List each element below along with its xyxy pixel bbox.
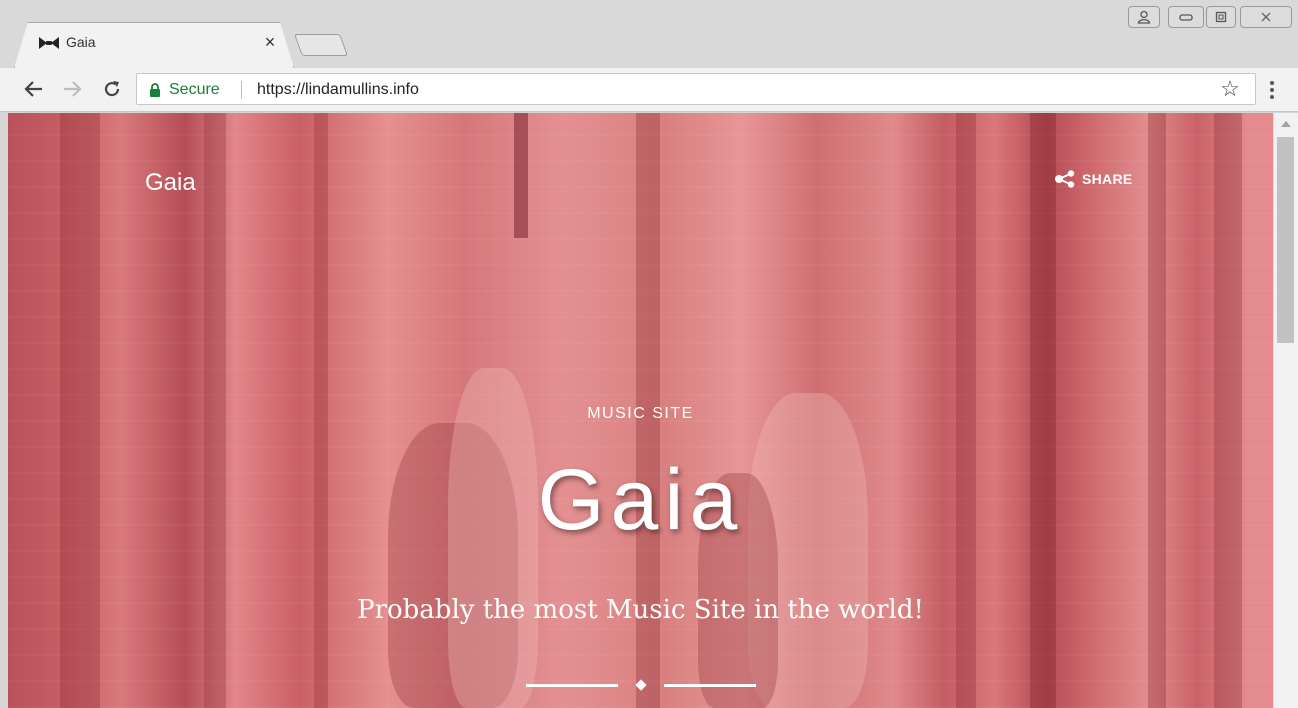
browser-toolbar: Secure https://lindamullins.info <box>0 68 1298 112</box>
lock-icon <box>150 83 160 97</box>
tab-close-icon[interactable]: × <box>262 32 278 52</box>
new-tab-button[interactable] <box>293 34 349 56</box>
close-window-icon[interactable] <box>1240 6 1292 28</box>
browser-titlebar: Gaia × <box>0 0 1298 68</box>
star-icon[interactable]: ☆ <box>1218 77 1242 101</box>
divider-line-right <box>664 684 756 687</box>
share-label: SHARE <box>1082 171 1133 187</box>
share-button[interactable]: SHARE <box>1054 170 1133 188</box>
hero-tagline: Probably the most Music Site in the worl… <box>357 595 924 625</box>
menu-dots-icon[interactable] <box>1262 79 1282 101</box>
page-scrollbar[interactable] <box>1273 113 1298 708</box>
minimize-icon[interactable] <box>1168 6 1204 28</box>
scroll-thumb[interactable] <box>1277 137 1294 343</box>
page-hero: Gaia SHARE MUSIC SITE Gaia Probably the … <box>8 113 1273 708</box>
user-icon[interactable] <box>1128 6 1160 28</box>
site-logo[interactable]: Gaia <box>145 169 196 197</box>
address-separator <box>241 81 242 99</box>
background-pillar <box>514 113 528 238</box>
secure-label: Secure <box>169 81 220 98</box>
scroll-up-arrow[interactable] <box>1281 121 1291 127</box>
tab-title: Gaia <box>66 34 96 50</box>
forward-arrow-icon[interactable] <box>60 77 84 101</box>
hero-kicker: MUSIC SITE <box>587 405 694 422</box>
bowtie-favicon-icon <box>39 37 59 49</box>
maximize-icon[interactable] <box>1206 6 1236 28</box>
divider-line-left <box>526 684 618 687</box>
url-text[interactable]: https://lindamullins.info <box>257 81 419 99</box>
reload-icon[interactable] <box>100 77 124 101</box>
hero-title: Gaia <box>537 452 744 548</box>
address-bar[interactable]: Secure https://lindamullins.info <box>136 73 1256 105</box>
back-arrow-icon[interactable] <box>22 77 46 101</box>
share-icon <box>1055 170 1075 188</box>
